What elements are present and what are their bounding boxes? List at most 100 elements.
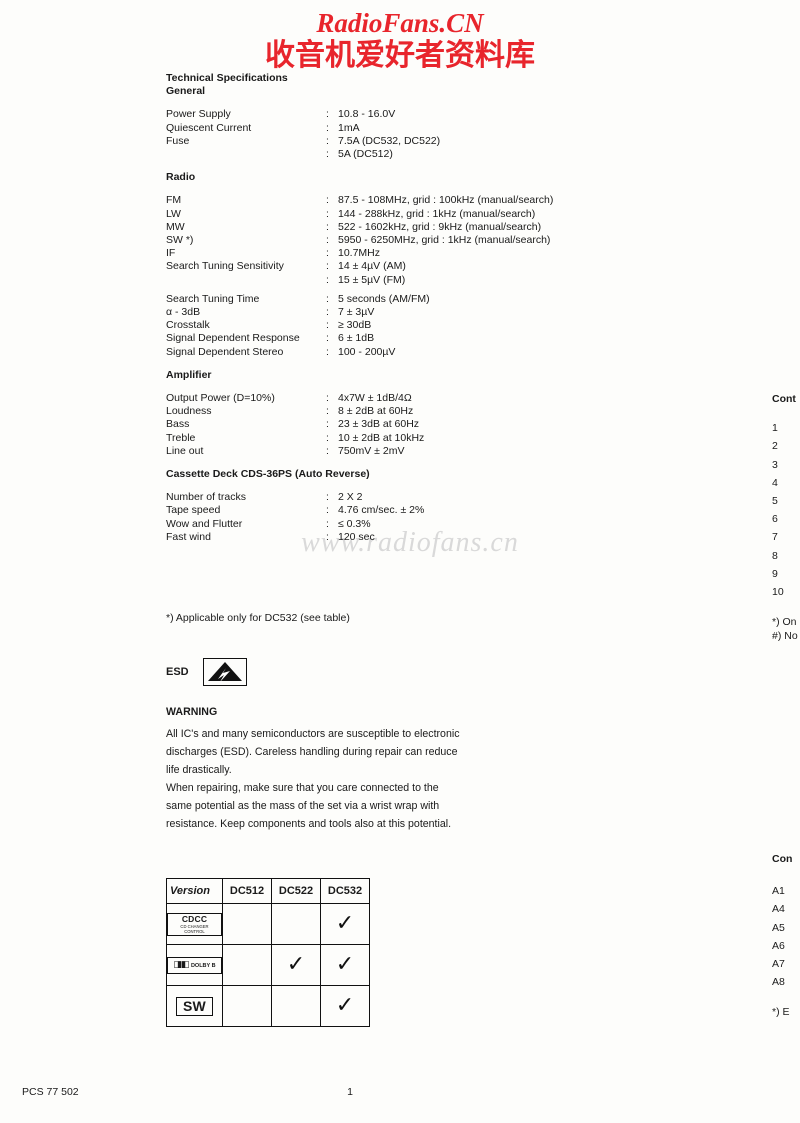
table-header-dc532: DC532 xyxy=(320,878,370,904)
list-item: 6 xyxy=(772,513,778,526)
spec-footnote: *) Applicable only for DC532 (see table) xyxy=(166,612,350,624)
spec-row: Quiescent Current : 1mA xyxy=(166,122,636,135)
table-cell xyxy=(222,985,272,1027)
spec-value: 1mA xyxy=(338,121,360,134)
list-item: A8 xyxy=(772,976,785,989)
spec-separator: : xyxy=(326,108,329,121)
spec-value: 23 ± 3dB at 60Hz xyxy=(338,418,420,431)
spec-row: FM : 87.5 - 108MHz, grid : 100kHz (manua… xyxy=(166,194,636,207)
esd-warning-icon xyxy=(202,658,247,686)
spec-separator: : xyxy=(326,234,329,247)
warning-line: same potential as the mass of the set vi… xyxy=(166,800,440,812)
spec-separator: : xyxy=(326,306,329,319)
spec-value: 7 ± 3µV xyxy=(338,306,375,319)
spec-value: 7.5A (DC532, DC522) xyxy=(338,134,441,147)
technical-specifications: Technical Specifications General Power S… xyxy=(166,72,636,544)
esd-label: ESD xyxy=(166,666,189,678)
check-icon: ✓ xyxy=(335,952,355,977)
list-item: A5 xyxy=(772,921,785,934)
warning-line: resistance. Keep components and tools al… xyxy=(166,818,452,830)
spec-label: Treble xyxy=(166,431,196,444)
spec-row: Loudness : 8 ± 2dB at 60Hz xyxy=(166,405,636,418)
table-row: SW ✓ xyxy=(166,985,370,1027)
spec-separator: : xyxy=(326,121,329,134)
list-item: A4 xyxy=(772,903,785,916)
spec-separator: : xyxy=(326,194,329,207)
spec-table-general: Power Supply : 10.8 - 16.0V Quiescent Cu… xyxy=(166,108,636,161)
spec-separator: : xyxy=(326,504,329,517)
spec-label xyxy=(166,274,326,287)
cdcc-badge-sub: CD CHANGER CONTROL xyxy=(180,923,209,934)
spec-value: 4x7W ± 1dB/4Ω xyxy=(338,392,412,405)
spec-value: 5A (DC512) xyxy=(338,148,393,161)
spec-label: Line out xyxy=(166,444,204,457)
spec-label: Quiescent Current xyxy=(166,121,252,134)
spec-row: Fast wind : 120 sec xyxy=(166,531,636,544)
right-column-connector-list: Cont 1 2 3 4 5 6 7 8 9 10 *) On #) No xyxy=(772,390,800,643)
esd-block: ESD xyxy=(166,658,247,686)
spec-label: Signal Dependent Stereo xyxy=(166,345,284,358)
list-item: 3 xyxy=(772,458,778,471)
spec-row: : 5A (DC512) xyxy=(166,148,636,161)
spec-value: 750mV ± 2mV xyxy=(338,444,405,457)
table-cell xyxy=(222,944,272,986)
spec-label: IF xyxy=(166,247,176,260)
watermark-line-1: RadioFans.CN xyxy=(316,8,484,38)
right-column-note: *) On xyxy=(772,616,797,629)
spec-value: 120 sec xyxy=(338,530,375,543)
spec-row: Signal Dependent Stereo : 100 - 200µV xyxy=(166,346,636,359)
spec-row: Signal Dependent Response : 6 ± 1dB xyxy=(166,332,636,345)
table-header-dc522: DC522 xyxy=(271,878,321,904)
spec-row: Tape speed : 4.76 cm/sec. ± 2% xyxy=(166,504,636,517)
warning-line: When repairing, make sure that you care … xyxy=(166,782,439,794)
version-table: Version DC512 DC522 DC532 CDCC CD CHANGE… xyxy=(166,878,370,1027)
spec-value: 2 X 2 xyxy=(338,491,363,504)
spec-separator: : xyxy=(326,319,329,332)
spec-label: α - 3dB xyxy=(166,306,201,319)
list-item: 7 xyxy=(772,531,778,544)
spec-label: Tape speed xyxy=(166,504,221,517)
spec-row: Fuse : 7.5A (DC532, DC522) xyxy=(166,135,636,148)
spec-value: 10 ± 2dB at 10kHz xyxy=(338,431,425,444)
spec-separator: : xyxy=(326,207,329,220)
warning-line: discharges (ESD). Careless handling duri… xyxy=(166,746,458,758)
spec-separator: : xyxy=(326,292,329,305)
list-item: 1 xyxy=(772,422,778,435)
check-icon: ✓ xyxy=(335,993,355,1018)
spec-label: Power Supply xyxy=(166,108,231,121)
spec-row: Output Power (D=10%) : 4x7W ± 1dB/4Ω xyxy=(166,392,636,405)
spec-label: Output Power (D=10%) xyxy=(166,392,275,405)
spec-value: 14 ± 4µV (AM) xyxy=(338,260,406,273)
section-heading-general: General xyxy=(166,85,206,98)
sw-icon: SW xyxy=(166,985,223,1027)
page: RadioFans.CN 收音机爱好者资料库 www.radiofans.cn … xyxy=(0,0,800,1123)
spec-title: Technical Specifications xyxy=(166,72,288,84)
dolby-symbol: ◨◧ xyxy=(173,959,189,970)
spec-table-amplifier: Output Power (D=10%) : 4x7W ± 1dB/4Ω Lou… xyxy=(166,392,636,458)
spec-separator: : xyxy=(326,418,329,431)
table-cell: ✓ xyxy=(271,944,321,986)
spec-separator: : xyxy=(326,260,329,273)
spec-row: IF : 10.7MHz xyxy=(166,247,636,260)
spec-row: Power Supply : 10.8 - 16.0V xyxy=(166,108,636,121)
warning-line: life drastically. xyxy=(166,764,232,776)
spec-value: 87.5 - 108MHz, grid : 100kHz (manual/sea… xyxy=(338,194,554,207)
spec-table-radio: FM : 87.5 - 108MHz, grid : 100kHz (manua… xyxy=(166,194,636,358)
sw-badge: SW xyxy=(176,996,213,1016)
table-cell: ✓ xyxy=(320,903,370,945)
table-row: ◨◧ DOLBY B ✓ ✓ xyxy=(166,944,370,986)
spec-label: LW xyxy=(166,207,181,220)
list-item: 2 xyxy=(772,440,778,453)
table-cell: ✓ xyxy=(320,985,370,1027)
spec-value: 100 - 200µV xyxy=(338,345,396,358)
spec-label: Number of tracks xyxy=(166,491,246,504)
warning-title: WARNING xyxy=(166,706,218,718)
spec-separator: : xyxy=(326,431,329,444)
spec-row: Crosstalk : ≥ 30dB xyxy=(166,319,636,332)
list-item: 10 xyxy=(772,586,784,599)
spec-label: Search Tuning Sensitivity xyxy=(166,260,284,273)
spec-row: Number of tracks : 2 X 2 xyxy=(166,491,636,504)
spec-separator: : xyxy=(326,273,329,286)
table-row: CDCC CD CHANGER CONTROL ✓ xyxy=(166,903,370,945)
spec-separator: : xyxy=(326,332,329,345)
